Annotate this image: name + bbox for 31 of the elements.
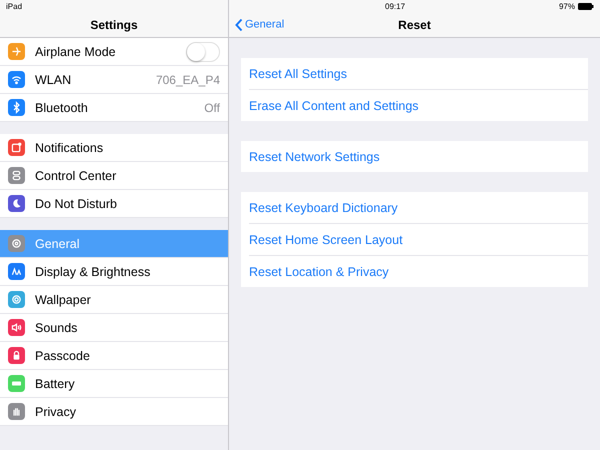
page-title: Reset bbox=[398, 18, 431, 32]
status-time: 09:17 bbox=[385, 2, 406, 10]
reset-option[interactable]: Reset Location & Privacy bbox=[249, 256, 588, 287]
settings-label: Bluetooth bbox=[35, 100, 89, 114]
reset-option[interactable]: Reset Home Screen Layout bbox=[249, 224, 588, 256]
settings-label: Do Not Disturb bbox=[35, 196, 118, 210]
settings-value: Off bbox=[204, 100, 220, 114]
sidebar-title: Settings bbox=[90, 18, 138, 32]
settings-label: General bbox=[35, 236, 80, 250]
settings-label: Sounds bbox=[35, 320, 78, 334]
settings-label: Airplane Mode bbox=[35, 44, 117, 58]
reset-option[interactable]: Reset Keyboard Dictionary bbox=[249, 192, 588, 224]
reset-option[interactable]: Reset Network Settings bbox=[249, 141, 588, 172]
back-label: General bbox=[245, 18, 284, 30]
settings-label: Wallpaper bbox=[35, 292, 92, 306]
reset-option[interactable]: Reset All Settings bbox=[249, 58, 588, 90]
settings-label: Passcode bbox=[35, 348, 91, 362]
reset-option[interactable]: Erase All Content and Settings bbox=[249, 90, 588, 121]
settings-value: 706_EA_P4 bbox=[156, 72, 220, 86]
battery-percent: 97% bbox=[558, 2, 575, 10]
battery-icon bbox=[578, 2, 594, 10]
device-name: iPad bbox=[6, 2, 22, 10]
toggle-switch[interactable] bbox=[186, 42, 220, 62]
settings-label: Battery bbox=[35, 376, 76, 390]
settings-label: Notifications bbox=[35, 140, 104, 154]
back-button[interactable]: General bbox=[235, 18, 284, 31]
settings-label: Display & Brightness bbox=[35, 264, 152, 278]
chevron-left-icon bbox=[235, 18, 243, 31]
settings-label: WLAN bbox=[35, 72, 72, 86]
settings-label: Privacy bbox=[35, 404, 77, 418]
settings-label: Control Center bbox=[35, 168, 118, 182]
